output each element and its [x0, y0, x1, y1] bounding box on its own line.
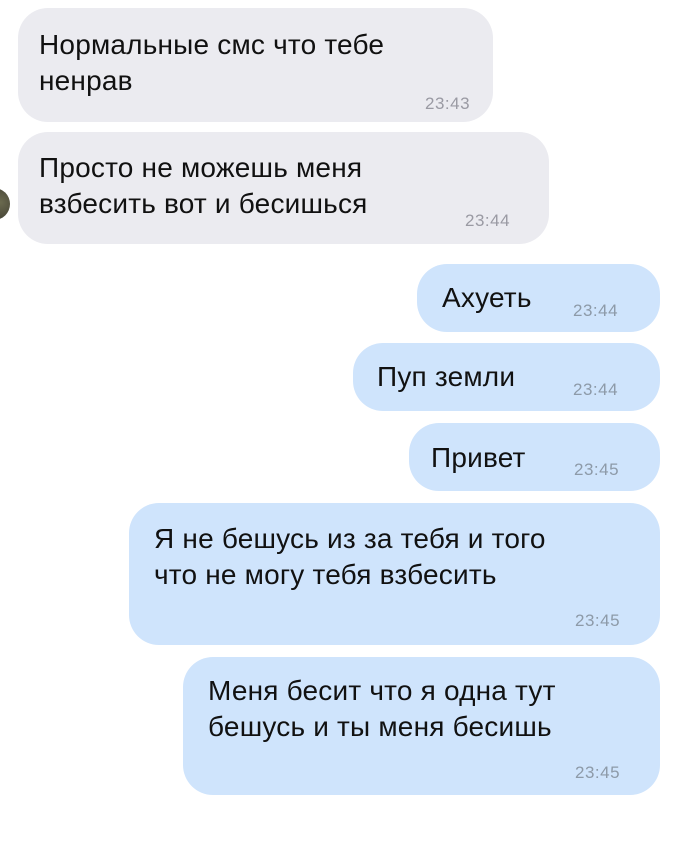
message-bubble-incoming[interactable]: Просто не можешь меня взбесить вот и бес…	[18, 132, 549, 244]
chat-history[interactable]: Нормальные смс что тебе ненрав 23:43 Про…	[0, 0, 677, 842]
contact-avatar[interactable]	[0, 188, 10, 220]
message-text: Ахуеть	[442, 282, 532, 313]
message-bubble-outgoing[interactable]: Привет 23:45	[409, 423, 660, 491]
message-bubble-outgoing[interactable]: Я не бешусь из за тебя и того что не мог…	[129, 503, 660, 645]
message-time: 23:44	[573, 380, 619, 399]
message-time: 23:45	[574, 460, 620, 479]
message-text: Нормальные смс что тебе ненрав	[39, 29, 385, 96]
message-bubble-incoming[interactable]: Нормальные смс что тебе ненрав 23:43	[18, 8, 493, 122]
message-bubble-outgoing[interactable]: Меня бесит что я одна тут бешусь и ты ме…	[183, 657, 660, 795]
message-text: Просто не можешь меня взбесить вот и бес…	[39, 152, 368, 219]
message-time: 23:44	[465, 211, 511, 230]
message-text: Пуп земли	[377, 361, 516, 392]
message-text: Привет	[431, 442, 526, 473]
message-time: 23:43	[425, 94, 471, 113]
message-bubble-outgoing[interactable]: Пуп земли 23:44	[353, 343, 660, 411]
message-text: Меня бесит что я одна тут бешусь и ты ме…	[208, 675, 556, 742]
message-bubble-outgoing[interactable]: Ахуеть 23:44	[417, 264, 660, 332]
message-time: 23:44	[573, 301, 619, 320]
message-text: Я не бешусь из за тебя и того что не мог…	[154, 523, 546, 590]
message-time: 23:45	[575, 763, 621, 782]
message-time: 23:45	[575, 611, 621, 630]
